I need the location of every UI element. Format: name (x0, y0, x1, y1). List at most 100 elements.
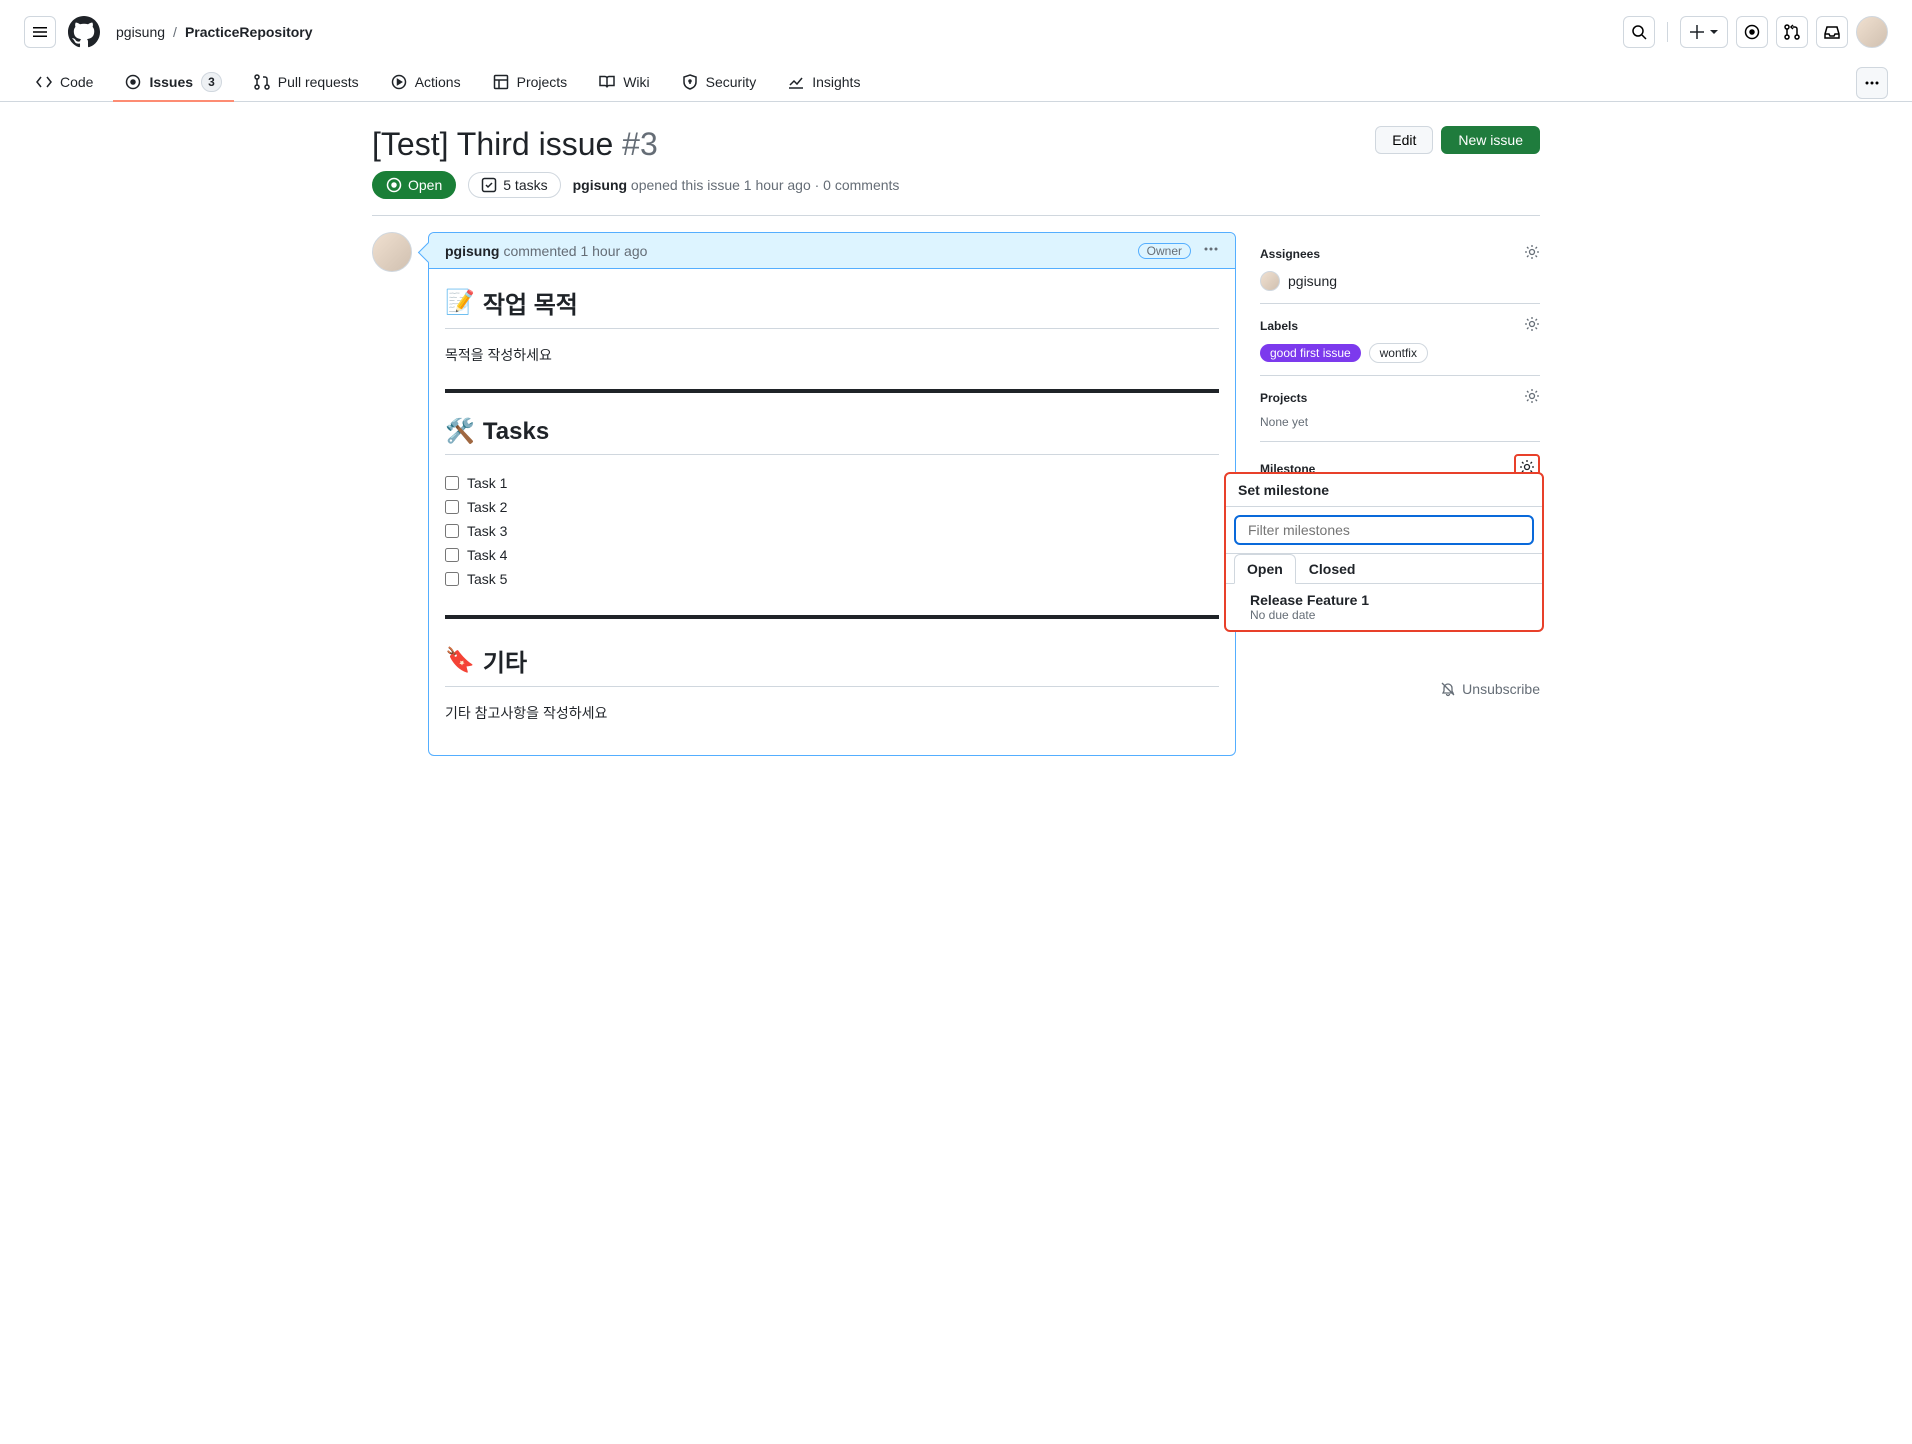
global-header: pgisung / PracticeRepository (0, 0, 1912, 64)
task-checkbox[interactable] (445, 524, 459, 538)
comment-body: 📝작업 목적 목적을 작성하세요 🛠️Tasks Task 1 Task 2 T… (429, 269, 1235, 755)
graph-icon (788, 74, 804, 90)
label-good-first-issue[interactable]: good first issue (1260, 344, 1361, 362)
popover-filter-wrap (1226, 507, 1542, 554)
sidebar-projects: Projects None yet (1260, 376, 1540, 442)
tab-actions-label: Actions (415, 74, 461, 90)
tab-security[interactable]: Security (670, 66, 769, 100)
inbox-button[interactable] (1816, 16, 1848, 48)
task-item: Task 5 (445, 567, 1219, 591)
create-new-button[interactable] (1680, 16, 1728, 48)
hamburger-button[interactable] (24, 16, 56, 48)
tasks-badge[interactable]: 5 tasks (468, 172, 560, 198)
comment-menu-button[interactable] (1203, 241, 1219, 260)
vertical-divider (1667, 22, 1668, 42)
more-tabs-button[interactable] (1856, 67, 1888, 99)
tasks-heading-text: Tasks (483, 418, 549, 446)
tab-pulls[interactable]: Pull requests (242, 66, 371, 100)
milestone-filter-input[interactable] (1234, 515, 1534, 545)
tab-issues-label: Issues (149, 74, 193, 90)
task-checkbox[interactable] (445, 500, 459, 514)
tab-wiki[interactable]: Wiki (587, 66, 661, 100)
projects-heading: Projects (1260, 391, 1307, 405)
projects-empty: None yet (1260, 415, 1540, 429)
tab-insights-label: Insights (812, 74, 860, 90)
etc-paragraph: 기타 참고사항을 작성하세요 (445, 703, 1219, 723)
section-goal-heading: 📝 작업 목적 (445, 285, 1219, 329)
popover-tab-open[interactable]: Open (1234, 554, 1296, 584)
milestone-option-subtitle: No due date (1250, 608, 1530, 622)
kebab-horizontal-icon (1203, 241, 1219, 257)
comment-box: pgisung commented 1 hour ago Owner 📝 작업 목… (428, 232, 1236, 756)
thick-divider (445, 389, 1219, 393)
hamburger-icon (32, 24, 48, 40)
tab-code[interactable]: Code (24, 66, 105, 100)
table-icon (493, 74, 509, 90)
label-wontfix[interactable]: wontfix (1369, 343, 1428, 363)
task-checkbox[interactable] (445, 548, 459, 562)
timeline-comment: pgisung commented 1 hour ago Owner 📝 작업 목… (372, 232, 1236, 756)
issue-opened-icon (386, 177, 402, 193)
tab-issues[interactable]: Issues 3 (113, 64, 233, 102)
popover-title: Set milestone (1226, 474, 1542, 507)
tasklist-icon (481, 177, 497, 193)
opener-name[interactable]: pgisung (573, 177, 627, 193)
dot-circle-icon (1744, 24, 1760, 40)
milestone-option[interactable]: Release Feature 1 No due date (1226, 584, 1542, 630)
breadcrumb-owner[interactable]: pgisung (116, 24, 165, 40)
git-pull-request-icon (1784, 24, 1800, 40)
breadcrumb-repo[interactable]: PracticeRepository (185, 24, 313, 40)
code-icon (36, 74, 52, 90)
memo-icon: 📝 (445, 288, 475, 317)
comment-author-avatar[interactable] (372, 232, 412, 272)
github-logo-icon[interactable] (68, 16, 100, 48)
assignee-name: pgisung (1288, 273, 1337, 289)
etc-heading-text: 기타 (483, 643, 527, 678)
unsubscribe-label: Unsubscribe (1462, 681, 1540, 697)
assignees-heading: Assignees (1260, 247, 1320, 261)
unsubscribe-row: Unsubscribe (1260, 673, 1540, 705)
task-label: Task 1 (467, 475, 507, 491)
unsubscribe-button[interactable]: Unsubscribe (1440, 681, 1540, 697)
breadcrumb: pgisung / PracticeRepository (116, 24, 313, 40)
new-issue-button[interactable]: New issue (1441, 126, 1540, 154)
labels-list: good first issue wontfix (1260, 343, 1540, 363)
bell-slash-icon (1440, 681, 1456, 697)
shield-icon (682, 74, 698, 90)
comment-header: pgisung commented 1 hour ago Owner (429, 233, 1235, 269)
inbox-icon (1824, 24, 1840, 40)
goal-heading-text: 작업 목적 (483, 285, 578, 320)
hammer-wrench-icon: 🛠️ (445, 417, 475, 446)
tasks-count-label: 5 tasks (503, 177, 547, 193)
issue-opened-icon (125, 74, 141, 90)
user-avatar[interactable] (1856, 16, 1888, 48)
issue-number: #3 (622, 126, 658, 162)
tab-code-label: Code (60, 74, 93, 90)
milestone-option-title: Release Feature 1 (1250, 592, 1530, 608)
tab-security-label: Security (706, 74, 757, 90)
tab-projects[interactable]: Projects (481, 66, 580, 100)
assignees-gear-button[interactable] (1524, 244, 1540, 263)
popover-tab-closed[interactable]: Closed (1296, 554, 1369, 584)
comment-time: commented 1 hour ago (503, 243, 647, 259)
edit-button[interactable]: Edit (1375, 126, 1433, 154)
labels-heading: Labels (1260, 319, 1298, 333)
tab-actions[interactable]: Actions (379, 66, 473, 100)
task-checkbox[interactable] (445, 572, 459, 586)
labels-gear-button[interactable] (1524, 316, 1540, 335)
kebab-horizontal-icon (1864, 75, 1880, 91)
pull-requests-tray-button[interactable] (1776, 16, 1808, 48)
bookmark-icon: 🔖 (445, 646, 475, 675)
search-button[interactable] (1623, 16, 1655, 48)
tab-insights[interactable]: Insights (776, 66, 872, 100)
book-icon (599, 74, 615, 90)
issue-title-text: [Test] Third issue (372, 126, 622, 162)
task-label: Task 4 (467, 547, 507, 563)
assignee-item[interactable]: pgisung (1260, 271, 1540, 291)
comment-author[interactable]: pgisung (445, 243, 499, 259)
projects-gear-button[interactable] (1524, 388, 1540, 407)
task-checkbox[interactable] (445, 476, 459, 490)
gear-icon (1524, 316, 1540, 332)
caret-down-icon (1709, 27, 1719, 37)
issues-tray-button[interactable] (1736, 16, 1768, 48)
